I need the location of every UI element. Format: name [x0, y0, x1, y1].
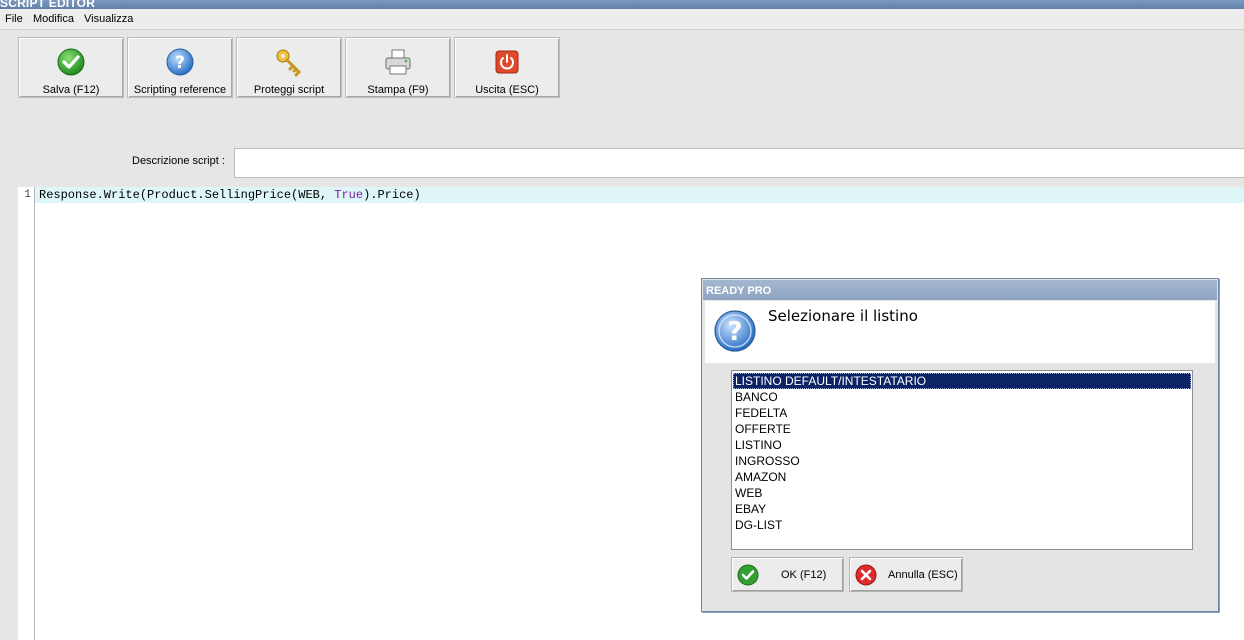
line-number: 1	[24, 189, 31, 201]
cancel-button-label: Annulla (ESC)	[888, 569, 958, 581]
question-icon: ?	[714, 310, 756, 352]
list-item[interactable]: FEDELTA	[733, 405, 1191, 421]
code-text-end: ).Price)	[363, 188, 421, 202]
list-item[interactable]: AMAZON	[733, 469, 1191, 485]
description-input[interactable]	[234, 148, 1244, 178]
window-title: SCRIPT EDITOR	[0, 0, 96, 9]
ok-button-label: OK (F12)	[781, 569, 827, 581]
svg-text:?: ?	[727, 317, 742, 347]
code-line[interactable]: Response.Write(Product.SellingPrice(WEB,…	[35, 187, 1244, 203]
dialog-title: READY PRO	[703, 280, 1217, 300]
scripting-reference-label: Scripting reference	[133, 84, 227, 96]
help-icon: ?	[166, 48, 194, 76]
check-icon	[57, 48, 85, 76]
list-item[interactable]: LISTINO	[733, 437, 1191, 453]
menu-bar: File Modifica Visualizza	[0, 9, 1244, 30]
key-icon	[276, 49, 302, 77]
check-icon	[737, 564, 759, 586]
list-item[interactable]: WEB	[733, 485, 1191, 501]
list-item[interactable]: BANCO	[733, 389, 1191, 405]
list-item[interactable]: LISTINO DEFAULT/INTESTATARIO	[733, 373, 1191, 389]
list-item[interactable]: INGROSSO	[733, 453, 1191, 469]
protect-script-button[interactable]: Proteggi script	[236, 37, 342, 98]
exit-button[interactable]: Uscita (ESC)	[454, 37, 560, 98]
save-button[interactable]: Salva (F12)	[18, 37, 124, 98]
ok-button[interactable]: OK (F12)	[731, 557, 844, 592]
print-button-label: Stampa (F9)	[367, 84, 429, 96]
menu-modifica[interactable]: Modifica	[33, 13, 74, 25]
pricelist-listbox[interactable]: LISTINO DEFAULT/INTESTATARIO BANCO FEDEL…	[731, 370, 1193, 550]
dialog-message: Selezionare il listino	[768, 307, 918, 325]
dialog-header: ? Selezionare il listino	[705, 301, 1215, 363]
list-item[interactable]: OFFERTE	[733, 421, 1191, 437]
close-icon	[855, 564, 877, 586]
print-button[interactable]: Stampa (F9)	[345, 37, 451, 98]
cancel-button[interactable]: Annulla (ESC)	[849, 557, 963, 592]
window-titlebar: SCRIPT EDITOR	[0, 0, 1244, 9]
menu-file[interactable]: File	[5, 13, 23, 25]
exit-button-label: Uscita (ESC)	[475, 84, 539, 96]
description-label: Descrizione script :	[132, 155, 225, 167]
menu-visualizza[interactable]: Visualizza	[84, 13, 133, 25]
save-button-label: Salva (F12)	[42, 84, 100, 96]
code-keyword: True	[334, 188, 364, 202]
svg-text:?: ?	[175, 53, 185, 73]
protect-script-label: Proteggi script	[253, 84, 325, 96]
printer-icon	[385, 49, 411, 75]
select-pricelist-dialog: READY PRO ? Selezionare il listino LISTI…	[701, 278, 1219, 612]
line-number-gutter: 1	[18, 187, 35, 640]
list-item[interactable]: DG-LIST	[733, 517, 1191, 533]
scripting-reference-button[interactable]: ? Scripting reference	[127, 37, 233, 98]
list-item[interactable]: EBAY	[733, 501, 1191, 517]
code-text: Response.Write(Product.SellingPrice(WEB,	[39, 188, 335, 202]
power-icon	[495, 50, 519, 74]
